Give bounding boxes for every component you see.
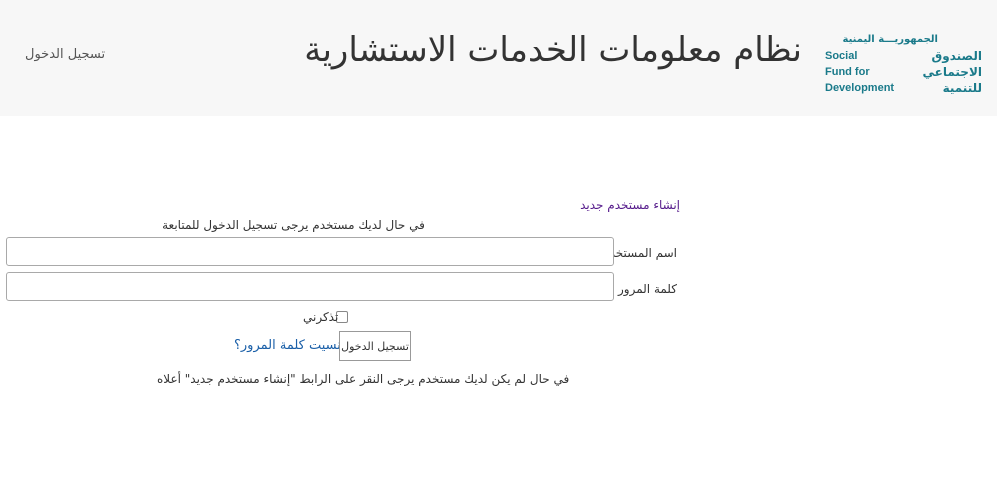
username-input[interactable]: [6, 237, 614, 266]
header-login-link[interactable]: تسجيل الدخول: [25, 47, 105, 62]
password-label: كلمة المرور: [617, 282, 677, 296]
logo-english-line-3: Development: [825, 82, 895, 94]
logo-arabic-line-2: الاجتماعي: [922, 65, 982, 79]
new-user-link[interactable]: إنشاء مستخدم جديد: [580, 198, 680, 212]
logo-arabic-line-1: الصندوق: [931, 49, 982, 63]
sfd-logo[interactable]: الجمهوريـــة اليمنية Social Fund for Dev…: [820, 30, 990, 102]
logo-english-line-2: Fund for: [825, 66, 870, 78]
remember-me-label: تذكرني: [303, 310, 339, 324]
password-input[interactable]: [6, 272, 614, 301]
page-header: الجمهوريـــة اليمنية Social Fund for Dev…: [0, 0, 997, 116]
logo-english-line-1: Social: [825, 50, 858, 62]
site-title: نظام معلومات الخدمات الاستشارية: [304, 30, 802, 70]
logo-arabic-top: الجمهوريـــة اليمنية: [842, 34, 938, 45]
login-button[interactable]: تسجيل الدخول: [339, 331, 411, 361]
logo-arabic-line-3: للتنمية: [942, 81, 982, 95]
register-hint: في حال لم يكن لديك مستخدم يرجى النقر على…: [157, 372, 570, 386]
login-hint: في حال لديك مستخدم يرجى تسجيل الدخول للم…: [162, 218, 425, 232]
